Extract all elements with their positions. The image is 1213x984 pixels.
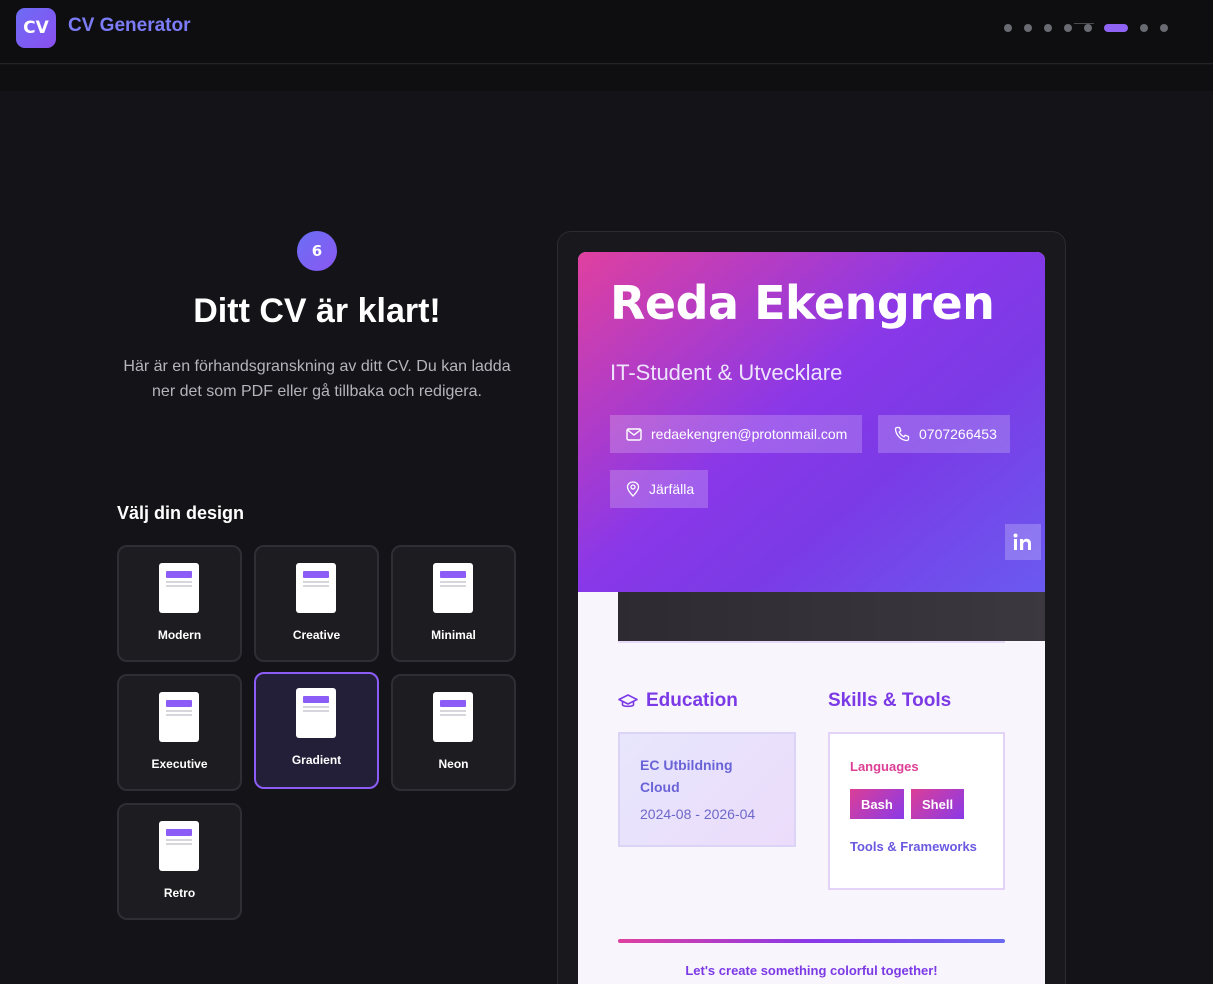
design-option-label: Neon bbox=[438, 757, 469, 771]
linkedin-button[interactable] bbox=[1005, 524, 1041, 560]
cv-preview-page: Reda Ekengren IT-Student & Utvecklare re… bbox=[578, 252, 1045, 984]
step-dot-2[interactable] bbox=[1024, 24, 1032, 32]
design-option-neon[interactable]: Neon bbox=[391, 674, 516, 791]
sub-header-strip bbox=[0, 65, 1213, 91]
location-text: Järfälla bbox=[649, 481, 695, 497]
step-number-badge: 6 bbox=[297, 231, 337, 271]
tools-frameworks-label: Tools & Frameworks bbox=[850, 839, 977, 854]
education-entry: EC Utbildning Cloud 2024-08 - 2026-04 bbox=[618, 732, 796, 847]
page-description: Här är en förhandsgranskning av ditt CV.… bbox=[123, 358, 511, 400]
mail-icon bbox=[626, 427, 642, 441]
step-dot-3[interactable] bbox=[1044, 24, 1052, 32]
step-dot-5[interactable] bbox=[1084, 24, 1092, 32]
divider bbox=[618, 641, 1005, 643]
step-dot-1[interactable] bbox=[1004, 24, 1012, 32]
education-section-title: Education bbox=[618, 690, 738, 712]
document-icon bbox=[296, 563, 336, 613]
design-option-creative[interactable]: Creative bbox=[254, 545, 379, 662]
email-chip: redaekengren@protonmail.com bbox=[610, 415, 862, 453]
document-icon bbox=[296, 688, 336, 738]
logo-text: CV bbox=[23, 18, 49, 38]
app-logo[interactable]: CV bbox=[16, 8, 56, 48]
design-option-modern[interactable]: Modern bbox=[117, 545, 242, 662]
design-option-gradient-selected[interactable]: Gradient bbox=[254, 672, 379, 789]
education-school: EC Utbildning Cloud bbox=[640, 757, 733, 795]
design-option-label: Gradient bbox=[291, 753, 342, 767]
email-text: redaekengren@protonmail.com bbox=[651, 426, 848, 442]
cv-name: Reda Ekengren bbox=[610, 276, 995, 330]
document-icon bbox=[159, 563, 199, 613]
design-option-label: Executive bbox=[151, 757, 208, 771]
step-dot-7[interactable] bbox=[1140, 24, 1148, 32]
design-section-label: Välj din design bbox=[117, 503, 245, 523]
design-option-label: Creative bbox=[292, 628, 341, 642]
cv-role: IT-Student & Utvecklare bbox=[610, 360, 843, 385]
design-option-minimal[interactable]: Minimal bbox=[391, 545, 516, 662]
languages-label: Languages bbox=[850, 759, 919, 774]
design-option-retro[interactable]: Retro bbox=[117, 803, 242, 920]
step-dot-6-active[interactable] bbox=[1104, 24, 1128, 32]
design-option-label: Minimal bbox=[431, 628, 476, 642]
footer-divider bbox=[618, 939, 1005, 943]
cv-summary-band bbox=[618, 592, 1045, 641]
cv-header-hero: Reda Ekengren IT-Student & Utvecklare re… bbox=[578, 252, 1045, 592]
skill-tag: Bash bbox=[850, 789, 904, 819]
cv-footer-text: Let's create something colorful together… bbox=[685, 963, 938, 978]
document-icon bbox=[159, 692, 199, 742]
document-icon bbox=[159, 821, 199, 871]
location-chip: Järfälla bbox=[610, 470, 708, 508]
skill-tag: Shell bbox=[911, 789, 965, 819]
graduation-cap-icon bbox=[618, 694, 638, 708]
phone-chip: 0707266453 bbox=[878, 415, 1010, 453]
page-title: Ditt CV är klart! bbox=[193, 292, 441, 330]
design-option-label: Modern bbox=[157, 628, 202, 642]
document-icon bbox=[433, 692, 473, 742]
education-dates: 2024-08 - 2026-04 bbox=[640, 806, 756, 822]
design-option-executive[interactable]: Executive bbox=[117, 674, 242, 791]
phone-text: 0707266453 bbox=[919, 426, 997, 442]
design-option-label: Retro bbox=[163, 886, 196, 900]
linkedin-icon bbox=[1013, 533, 1031, 550]
step-dot-8[interactable] bbox=[1160, 24, 1168, 32]
app-title[interactable]: CV Generator bbox=[68, 15, 190, 37]
document-icon bbox=[433, 563, 473, 613]
top-navigation-bar: CV CV Generator bbox=[0, 0, 1213, 64]
skills-card: Languages Bash Shell Tools & Frameworks bbox=[828, 732, 1005, 890]
skills-section-title: Skills & Tools bbox=[828, 690, 952, 711]
phone-icon bbox=[894, 426, 910, 442]
step-connector bbox=[1074, 23, 1094, 24]
map-pin-icon bbox=[626, 481, 640, 497]
step-dot-4[interactable] bbox=[1064, 24, 1072, 32]
education-title-text: Education bbox=[646, 690, 738, 711]
